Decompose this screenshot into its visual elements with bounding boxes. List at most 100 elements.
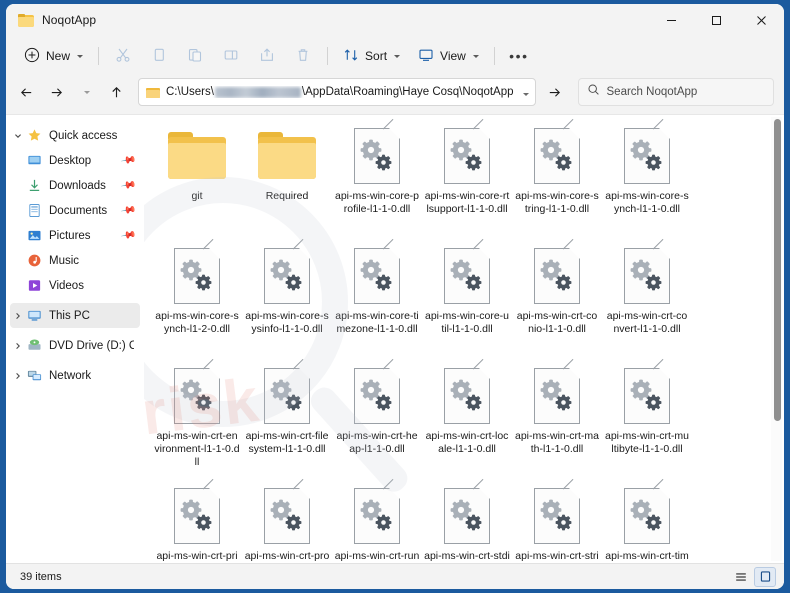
file-tile[interactable]: api-ms-win-crt-filesystem-l1-1-0.dll [242,358,332,483]
pin-icon[interactable]: 📌 [120,152,137,168]
downloads-icon [26,178,42,194]
file-tile[interactable]: api-ms-win-crt-convert-l1-1-0.dll [602,238,692,363]
sidebar-item-label: DVD Drive (D:) CCCC [49,339,134,352]
toolbar-separator [98,47,100,65]
close-button[interactable] [739,4,784,36]
sidebar-item-label: Network [49,369,92,382]
file-tile[interactable]: Required [242,123,332,243]
sidebar-item-videos[interactable]: Videos [10,273,140,298]
recent-locations-button[interactable] [72,78,100,106]
scrollbar-thumb[interactable] [773,119,781,421]
sidebar-item-desktop[interactable]: Desktop 📌 [10,148,140,173]
file-tile[interactable]: api-ms-win-core-synch-l1-2-0.dll [152,238,242,363]
file-tile[interactable]: api-ms-win-core-util-l1-1-0.dll [422,238,512,363]
details-view-button[interactable] [730,567,752,587]
file-name-label: api-ms-win-crt-string-l1-1-0.dll [515,550,599,562]
sidebar-item-dvd-drive[interactable]: DVD Drive (D:) CCCC [10,333,140,358]
paste-button[interactable] [178,41,212,71]
file-tile[interactable]: api-ms-win-core-profile-l1-1-0.dll [332,118,422,243]
sidebar-item-documents[interactable]: Documents 📌 [10,198,140,223]
new-button[interactable]: New [16,41,91,71]
dll-file-icon [174,358,223,424]
up-button[interactable] [102,78,130,106]
sidebar-item-this-pc[interactable]: This PC [10,303,140,328]
file-tile[interactable]: api-ms-win-crt-heap-l1-1-0.dll [332,358,422,483]
file-tile[interactable]: api-ms-win-crt-process-l1-1-0.dll [242,478,332,563]
window-title: NoqotApp [42,13,97,27]
sidebar-item-pictures[interactable]: Pictures 📌 [10,223,140,248]
network-icon [26,368,42,384]
copy-button[interactable] [142,41,176,71]
file-name-label: api-ms-win-crt-private-l1-1-0.dll [156,550,238,562]
rename-button[interactable] [214,41,248,71]
file-tile[interactable]: api-ms-win-crt-string-l1-1-0.dll [512,478,602,563]
minimize-button[interactable] [649,4,694,36]
pin-icon[interactable]: 📌 [120,227,137,243]
chevron-right-icon[interactable] [10,312,26,320]
forward-button[interactable] [42,78,70,106]
file-tile[interactable]: api-ms-win-crt-multibyte-l1-1-0.dll [602,358,692,483]
maximize-button[interactable] [694,4,739,36]
view-button[interactable]: View [410,41,487,71]
star-icon [26,128,42,144]
file-name-label: git [191,190,203,202]
pin-icon[interactable]: 📌 [120,202,137,218]
file-tile[interactable]: api-ms-win-core-synch-l1-1-0.dll [602,118,692,243]
file-name-label: api-ms-win-crt-time-l1-1-0.dll [605,550,689,562]
vertical-scrollbar[interactable] [771,117,782,561]
sidebar-item-network[interactable]: Network [10,363,140,388]
search-input[interactable]: Search NoqotApp [607,86,698,98]
go-button[interactable] [540,78,570,106]
file-tile[interactable]: api-ms-win-crt-runtime-l1-1-0.dll [332,478,422,563]
chevron-right-icon[interactable] [10,372,26,380]
back-button[interactable] [12,78,40,106]
file-icon-wrap [165,358,229,425]
address-path-suffix: \AppData\Roaming\Haye Cosq\NoqotApp [301,86,514,98]
file-tile[interactable]: api-ms-win-core-string-l1-1-0.dll [512,118,602,243]
file-tile[interactable]: api-ms-win-crt-environment-l1-1-0.dll [152,358,242,483]
address-dropdown-chevron-icon[interactable] [514,83,529,101]
file-tile[interactable]: api-ms-win-crt-locale-l1-1-0.dll [422,358,512,483]
file-tile[interactable]: api-ms-win-crt-time-l1-1-0.dll [602,478,692,563]
dll-file-icon [354,238,403,304]
sidebar-item-downloads[interactable]: Downloads 📌 [10,173,140,198]
cut-button[interactable] [106,41,140,71]
sidebar-item-label: Videos [49,279,84,292]
chevron-down-icon[interactable] [10,132,26,140]
redacted-username [214,86,301,98]
delete-button[interactable] [286,41,320,71]
file-tile[interactable]: api-ms-win-core-timezone-l1-1-0.dll [332,238,422,363]
large-icons-view-button[interactable] [754,566,776,587]
share-button[interactable] [250,41,284,71]
file-icon-wrap [435,238,499,305]
more-options-button[interactable]: ••• [502,41,536,71]
address-bar[interactable]: C:\Users\ \AppData\Roaming\Haye Cosq\Noq… [138,78,536,106]
pin-icon[interactable]: 📌 [120,177,137,193]
sidebar-item-quick-access[interactable]: Quick access [10,123,140,148]
file-icon-wrap [345,238,409,305]
address-path-prefix: C:\Users\ [166,86,214,98]
sidebar-item-music[interactable]: Music [10,248,140,273]
file-tile[interactable]: api-ms-win-core-rtlsupport-l1-1-0.dll [422,118,512,243]
file-tile[interactable]: api-ms-win-crt-stdio-l1-1-0.dll [422,478,512,563]
file-tile[interactable]: git [152,123,242,243]
file-tile[interactable]: api-ms-win-core-sysinfo-l1-1-0.dll [242,238,332,363]
sidebar-item-label: Pictures [49,229,91,242]
file-icon-wrap [165,478,229,545]
file-tile[interactable]: api-ms-win-crt-math-l1-1-0.dll [512,358,602,483]
file-list-pane[interactable]: git Required api-ms-win-core-profile-l1-1-… [144,115,784,563]
file-icon-wrap [345,118,409,185]
this-pc-icon [26,308,42,324]
file-name-label: api-ms-win-crt-convert-l1-1-0.dll [606,310,688,335]
file-tile[interactable]: api-ms-win-crt-private-l1-1-0.dll [152,478,242,563]
file-name-label: api-ms-win-core-rtlsupport-l1-1-0.dll [424,190,510,215]
file-tile[interactable]: api-ms-win-crt-conio-l1-1-0.dll [512,238,602,363]
sidebar-item-label: This PC [49,309,90,322]
search-box[interactable]: Search NoqotApp [577,78,774,106]
file-name-label: api-ms-win-crt-multibyte-l1-1-0.dll [605,430,689,455]
desktop-icon [26,153,42,169]
dll-file-icon [264,478,313,544]
chevron-right-icon[interactable] [10,342,26,350]
window-controls [649,4,784,36]
sort-button[interactable]: Sort [335,41,408,71]
